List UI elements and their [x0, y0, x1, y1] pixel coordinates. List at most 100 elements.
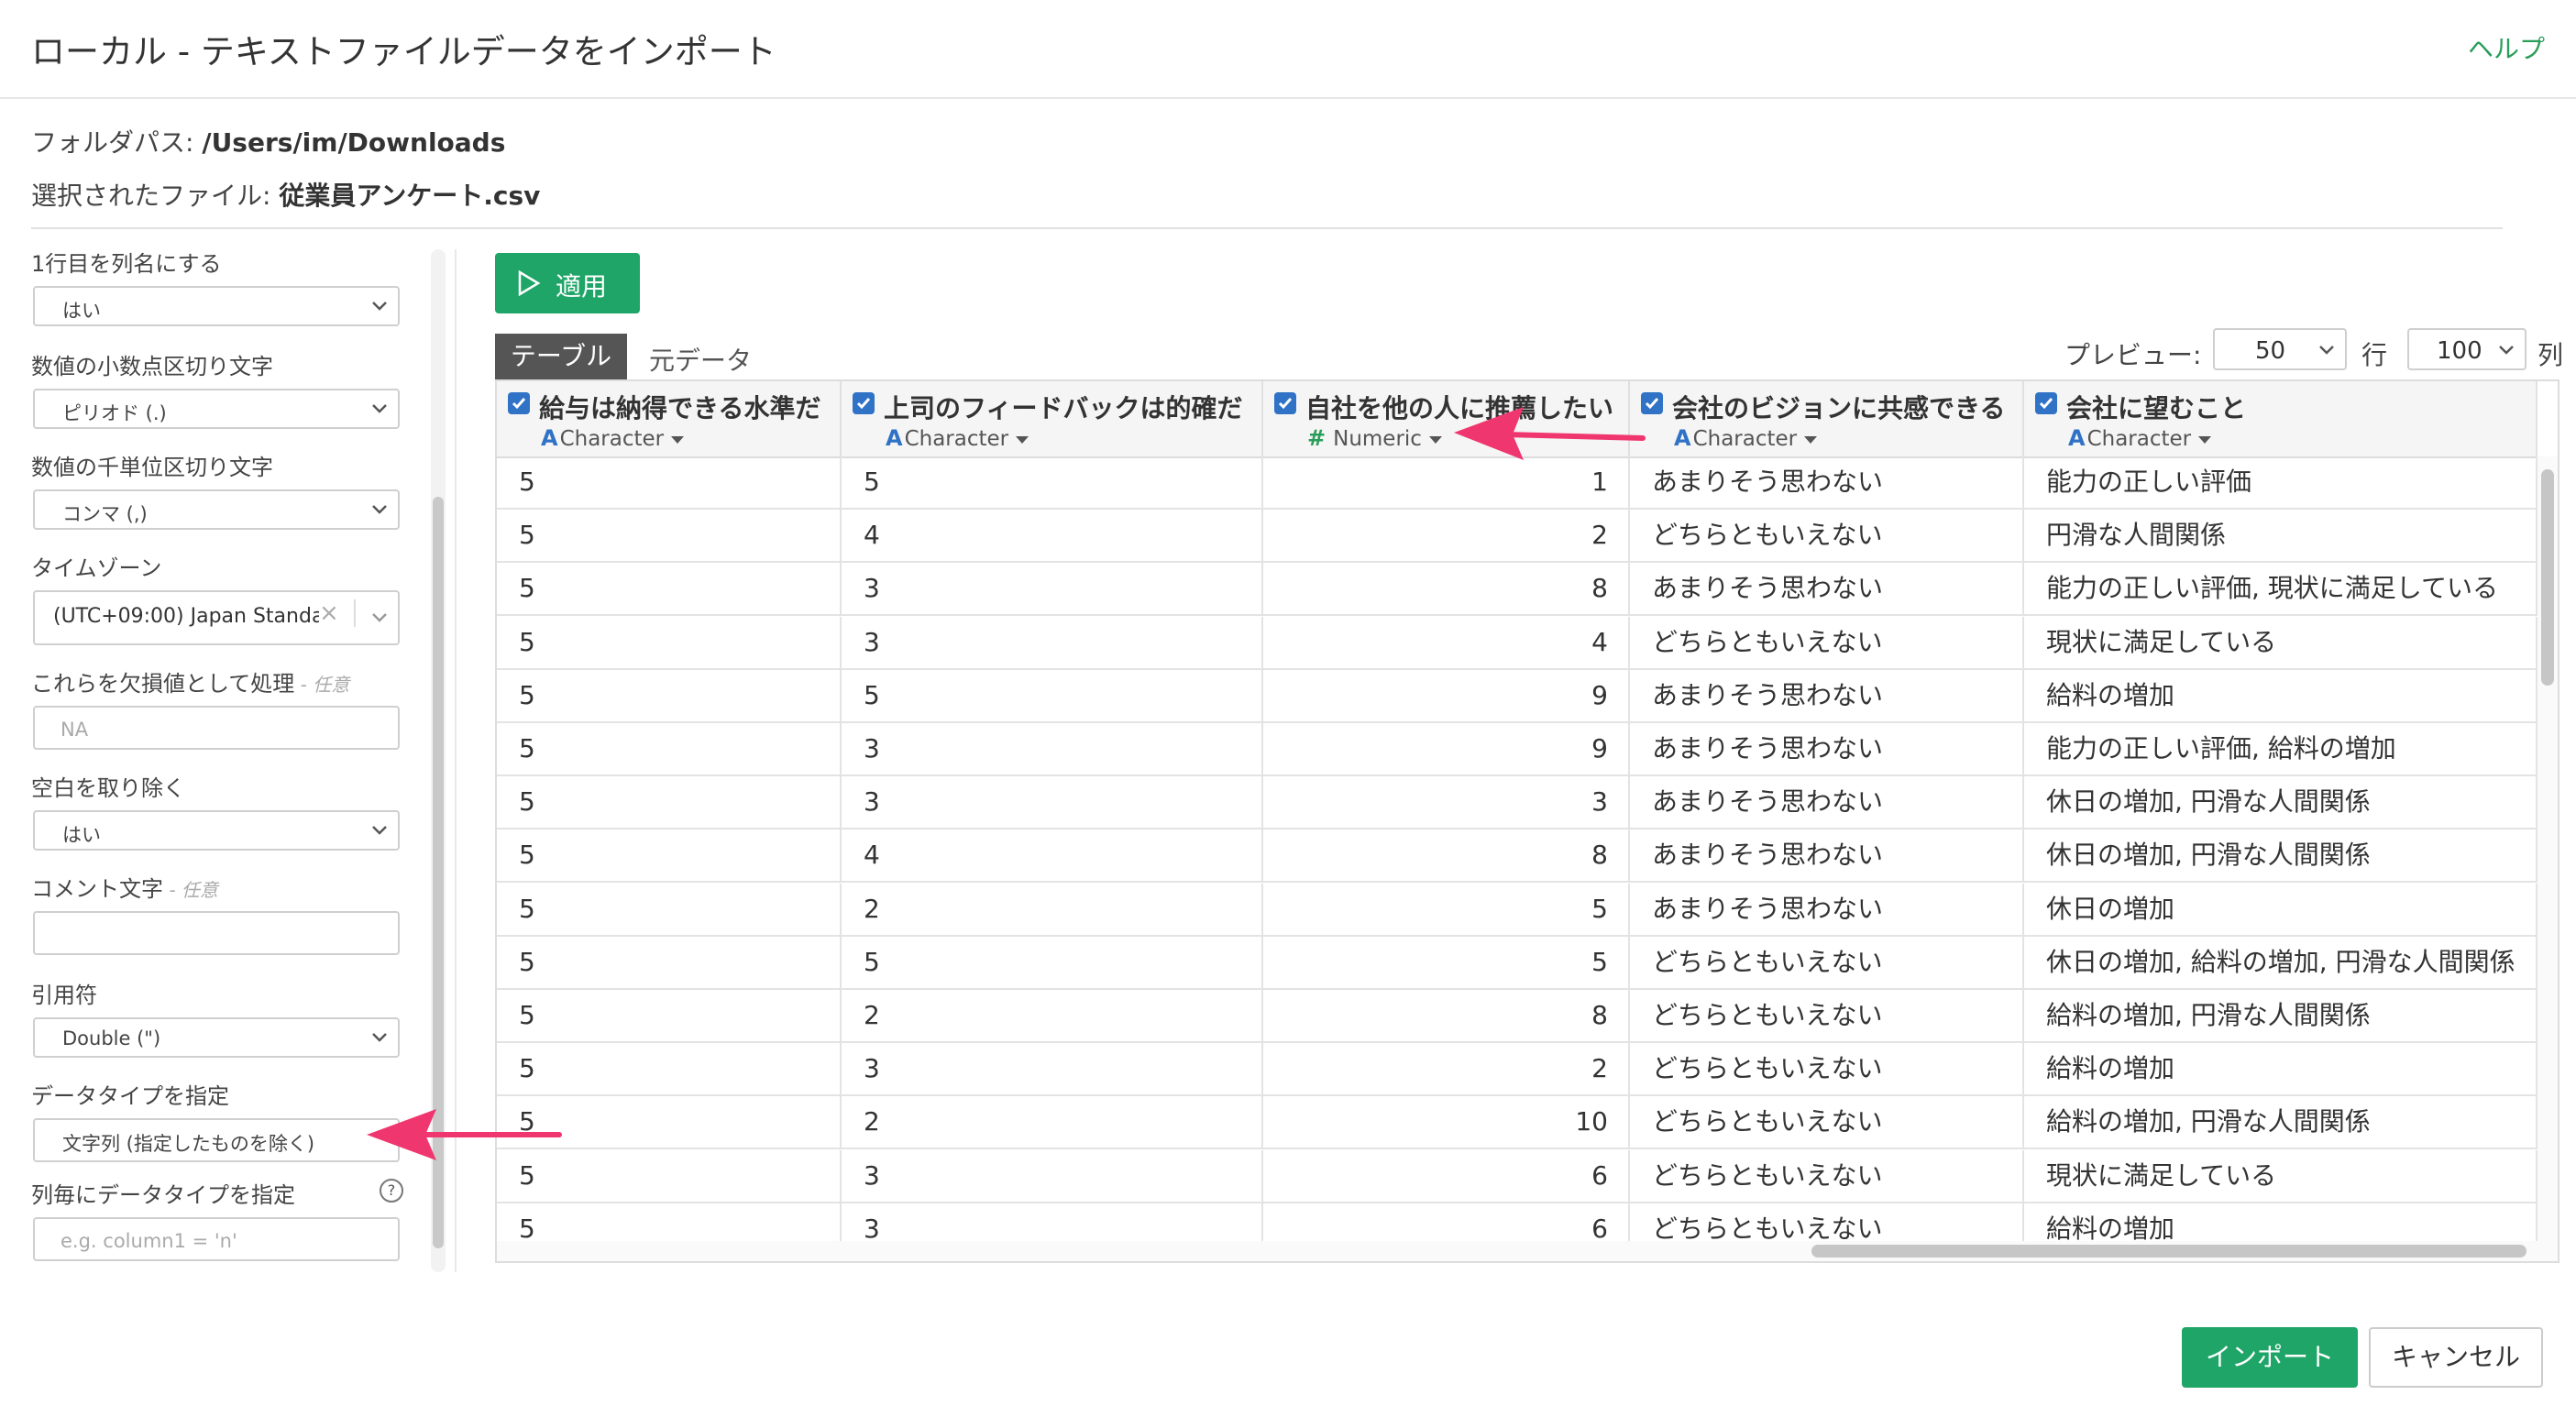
table-row: 5 5 5 どちらともいえない 休日の増加, 給料の増加, 円滑な人間関係	[497, 936, 2537, 990]
numeric-type-icon: #	[1307, 425, 1327, 451]
column-type-label: Character	[904, 427, 1009, 451]
trim-value: はい	[62, 824, 101, 846]
table-cell: どちらともいえない	[1630, 990, 2024, 1043]
chevron-down-icon	[372, 826, 387, 835]
table-cell: 給料の増加	[2024, 1043, 2537, 1097]
table-cell: どちらともいえない	[1630, 1096, 2024, 1150]
table-cell: あまりそう思わない	[1630, 829, 2024, 884]
column-checkbox[interactable]	[508, 392, 530, 414]
optional-tag: - 任意	[294, 674, 350, 696]
help-link[interactable]: ヘルプ	[2468, 29, 2545, 66]
preview-rows-select[interactable]: 50	[2213, 328, 2347, 370]
table-row: 5 3 4 どちらともいえない 現状に満足している	[497, 616, 2537, 670]
optional-tag: - 任意	[163, 879, 218, 901]
table-cell: どちらともいえない	[1630, 510, 2024, 564]
help-icon[interactable]: ?	[380, 1179, 403, 1203]
divider	[31, 227, 2503, 229]
table-cell: どちらともいえない	[1630, 936, 2024, 990]
folder-path-label: フォルダパス:	[31, 127, 203, 158]
table-cell: 5	[497, 456, 842, 510]
table-cell: 5	[497, 1043, 842, 1097]
table-cell: あまりそう思わない	[1630, 456, 2024, 510]
na-input[interactable]: NA	[33, 706, 400, 750]
table-cell: 3	[842, 776, 1263, 830]
column-name: 会社に望むこと	[2066, 393, 2247, 423]
decimal-label: 数値の小数点区切り文字	[31, 354, 273, 379]
table-cell: 2	[842, 1096, 1263, 1150]
table-cell: 4	[1263, 616, 1630, 670]
table-cell: 2	[1263, 510, 1630, 564]
column-type-label: Numeric	[1333, 427, 1422, 451]
na-label-text: これらを欠損値として処理	[31, 671, 295, 697]
chevron-down-icon	[2319, 346, 2334, 355]
cols-unit: 列	[2537, 340, 2564, 370]
timezone-value: (UTC+09:00) Japan Standard Time	[53, 605, 319, 628]
preview-rows-value: 50	[2255, 337, 2286, 365]
table-vertical-scrollbar[interactable]	[2537, 456, 2558, 1261]
quote-value: Double (")	[62, 1027, 161, 1049]
table-cell: 5	[497, 829, 842, 884]
na-label: これらを欠損値として処理 - 任意	[31, 665, 349, 698]
caret-down-icon	[671, 435, 685, 444]
column-header: 給与は納得できる水準だ ACharacter	[497, 381, 842, 456]
select-divider	[354, 599, 356, 627]
column-checkbox[interactable]	[853, 392, 875, 414]
caret-down-icon	[2198, 435, 2212, 444]
selected-file-label: 選択されたファイル:	[31, 181, 280, 211]
apply-button[interactable]: 適用	[495, 253, 640, 313]
character-type-icon: A	[1674, 425, 1691, 451]
column-header: 上司のフィードバックは的確だ ACharacter	[842, 381, 1263, 456]
preview-label: プレビュー:	[2064, 340, 2202, 370]
column-name: 給与は納得できる水準だ	[539, 393, 821, 423]
datatype-select[interactable]: 文字列 (指定したものを除く)	[33, 1118, 400, 1162]
column-type-dropdown[interactable]: ACharacter	[2068, 425, 2212, 451]
comment-input[interactable]	[33, 911, 400, 955]
import-button[interactable]: インポート	[2182, 1327, 2358, 1388]
table-cell: 3	[1263, 776, 1630, 830]
character-type-icon: A	[2068, 425, 2086, 451]
rows-unit: 行	[2361, 340, 2388, 370]
trim-select[interactable]: はい	[33, 810, 400, 851]
datatype-value: 文字列 (指定したものを除く)	[62, 1133, 315, 1155]
dialog-title: ローカル - テキストファイルデータをインポート	[31, 32, 776, 71]
scrollbar-thumb[interactable]	[2541, 469, 2554, 686]
column-name: 会社のビジョンに共感できる	[1672, 393, 2006, 423]
thousands-select[interactable]: コンマ (,)	[33, 489, 400, 530]
table-row: 5 5 9 あまりそう思わない 給料の増加	[497, 669, 2537, 723]
table-cell: どちらともいえない	[1630, 1043, 2024, 1097]
caret-down-icon	[1428, 435, 1442, 444]
header-row-select[interactable]: はい	[33, 286, 400, 326]
table-cell: 現状に満足している	[2024, 616, 2537, 670]
column-type-dropdown[interactable]: ACharacter	[1674, 425, 1818, 451]
table-row: 5 3 9 あまりそう思わない 能力の正しい評価, 給料の増加	[497, 723, 2537, 776]
na-placeholder: NA	[61, 719, 89, 741]
table-horizontal-scrollbar[interactable]	[497, 1241, 2537, 1261]
preview-cols-select[interactable]: 100	[2407, 328, 2526, 370]
per-column-input[interactable]: e.g. column1 = 'n'	[33, 1217, 400, 1261]
clear-icon[interactable]: ×	[319, 599, 339, 627]
cancel-button[interactable]: キャンセル	[2369, 1327, 2543, 1388]
chevron-down-icon	[372, 505, 387, 514]
table-cell: あまりそう思わない	[1630, 723, 2024, 776]
scrollbar-thumb[interactable]	[1811, 1245, 2526, 1258]
timezone-select[interactable]: (UTC+09:00) Japan Standard Time ×	[33, 590, 400, 645]
column-type-dropdown[interactable]: ACharacter	[886, 425, 1029, 451]
column-type-dropdown[interactable]: # Numeric	[1307, 425, 1442, 451]
quote-select[interactable]: Double (")	[33, 1017, 400, 1058]
tab-table[interactable]: テーブル	[495, 334, 627, 379]
check-icon	[512, 398, 526, 410]
table-cell: 10	[1263, 1096, 1630, 1150]
table-cell: 9	[1263, 723, 1630, 776]
column-type-dropdown[interactable]: ACharacter	[541, 425, 685, 451]
trim-label: 空白を取り除く	[31, 775, 185, 801]
table-cell: 4	[842, 829, 1263, 884]
column-header: 会社に望むこと ACharacter	[2024, 381, 2537, 456]
annotation-arrow-icon	[1454, 407, 1646, 460]
decimal-select[interactable]: ピリオド (.)	[33, 389, 400, 429]
table-cell: 5	[497, 776, 842, 830]
column-checkbox[interactable]	[2035, 392, 2057, 414]
tab-raw-data[interactable]: 元データ	[649, 341, 752, 378]
header-row-label: 1行目を列名にする	[31, 251, 222, 277]
column-checkbox[interactable]	[1274, 392, 1296, 414]
table-cell: 3	[842, 1149, 1263, 1203]
